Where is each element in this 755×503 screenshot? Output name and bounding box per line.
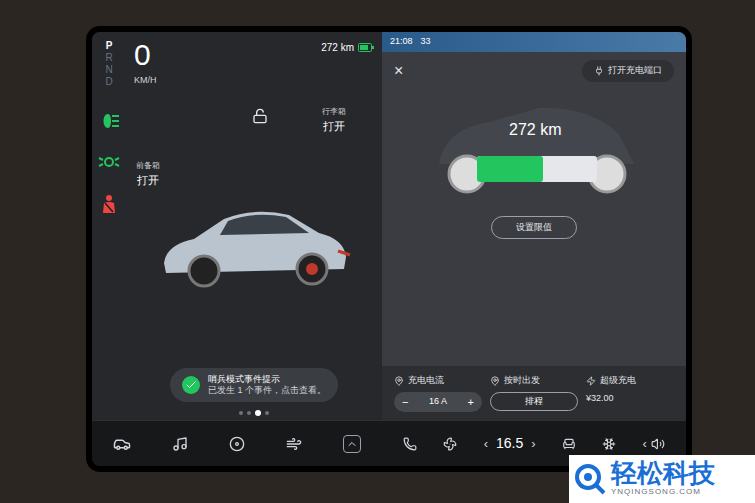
watermark-logo-icon (573, 462, 607, 496)
volume-icon[interactable] (651, 437, 665, 451)
parking-light-icon (98, 154, 120, 170)
supercharge-price: ¥32.00 (586, 392, 674, 406)
page-dot[interactable] (239, 411, 243, 415)
volume-arrow[interactable]: ‹ (642, 434, 646, 454)
car-icon[interactable] (113, 435, 131, 453)
music-icon[interactable] (172, 436, 188, 452)
chevron-up-icon[interactable] (346, 438, 358, 450)
screen: PRND 0KM/H 272 km 前备箱打开 行李箱打开哨兵模式事件提示已发生 1 个… (92, 32, 686, 466)
headlight-icon (98, 112, 120, 130)
battery-fill (477, 156, 543, 182)
seatbelt-icon (100, 194, 118, 214)
set-limit-button[interactable]: 设置限值 (491, 216, 577, 240)
charging-range: 272 km (509, 118, 561, 142)
watermark: 轻松科技YNQINGSONG.COM (569, 455, 755, 503)
vehicle-panel: PRND 0KM/H 272 km 前备箱打开 行李箱打开哨兵模式事件提示已发生 1 个… (92, 32, 382, 420)
check-icon (185, 379, 197, 391)
closure-label[interactable]: 前备箱打开 (136, 160, 160, 189)
unlock-icon[interactable] (252, 108, 268, 124)
speedometer: 0KM/H (134, 40, 157, 88)
car-illustration (154, 185, 354, 295)
schedule-button[interactable]: 排程 (490, 392, 578, 412)
car-view: 前备箱打开 行李箱打开 (134, 88, 374, 368)
chassis-view: 272 km (419, 94, 649, 204)
screen-bezel: PRND 0KM/H 272 km 前备箱打开 行李箱打开哨兵模式事件提示已发生 1 个… (86, 26, 692, 472)
status-column: PRND (92, 32, 126, 420)
page-dots (134, 410, 374, 416)
gear-letter: N (105, 64, 112, 76)
defrost-icon[interactable] (602, 437, 616, 451)
closure-label[interactable]: 行李箱打开 (322, 106, 346, 135)
wiper-icon[interactable] (286, 436, 302, 452)
phone-icon[interactable] (403, 437, 417, 451)
charging-controls: 充电电流−16 A+按时出发排程超级充电¥32.00 (382, 366, 686, 420)
plug-icon (594, 66, 604, 76)
gear-letter: P (106, 40, 113, 52)
page-dot[interactable] (265, 411, 269, 415)
gear-letter: D (105, 76, 112, 88)
range-indicator: 272 km (321, 40, 374, 55)
gear-selector: PRND (105, 40, 112, 88)
close-button[interactable]: × (394, 63, 403, 79)
current-icon (394, 376, 404, 386)
page-dot[interactable] (247, 411, 251, 415)
status-strip: 21:0833 (382, 32, 686, 52)
lock-status[interactable] (252, 108, 268, 124)
page-dot[interactable] (255, 410, 261, 416)
departure-icon (490, 376, 500, 386)
open-charge-port-button[interactable]: 打开充电端口 (582, 60, 674, 82)
gear-letter: R (105, 52, 112, 64)
chassis-icon (419, 94, 649, 204)
supercharge-icon (586, 376, 596, 386)
media-icon[interactable] (229, 436, 245, 452)
fan-icon[interactable] (443, 437, 457, 451)
charging-panel: 21:0833 × 打开充电端口 272 km 设置限值充电电流−16 A+按时出发排程… (382, 32, 686, 420)
seat-heater-icon[interactable] (562, 437, 576, 451)
climate-temp[interactable]: ‹16.5› (484, 433, 536, 454)
dashboard: PRND 0KM/H 272 km 前备箱打开 行李箱打开哨兵模式事件提示已发生 1 个… (0, 0, 755, 503)
sentry-notification[interactable]: 哨兵模式事件提示已发生 1 个事件，点击查看。 (170, 368, 338, 403)
current-stepper[interactable]: −16 A+ (394, 392, 482, 413)
battery-icon (358, 43, 374, 52)
